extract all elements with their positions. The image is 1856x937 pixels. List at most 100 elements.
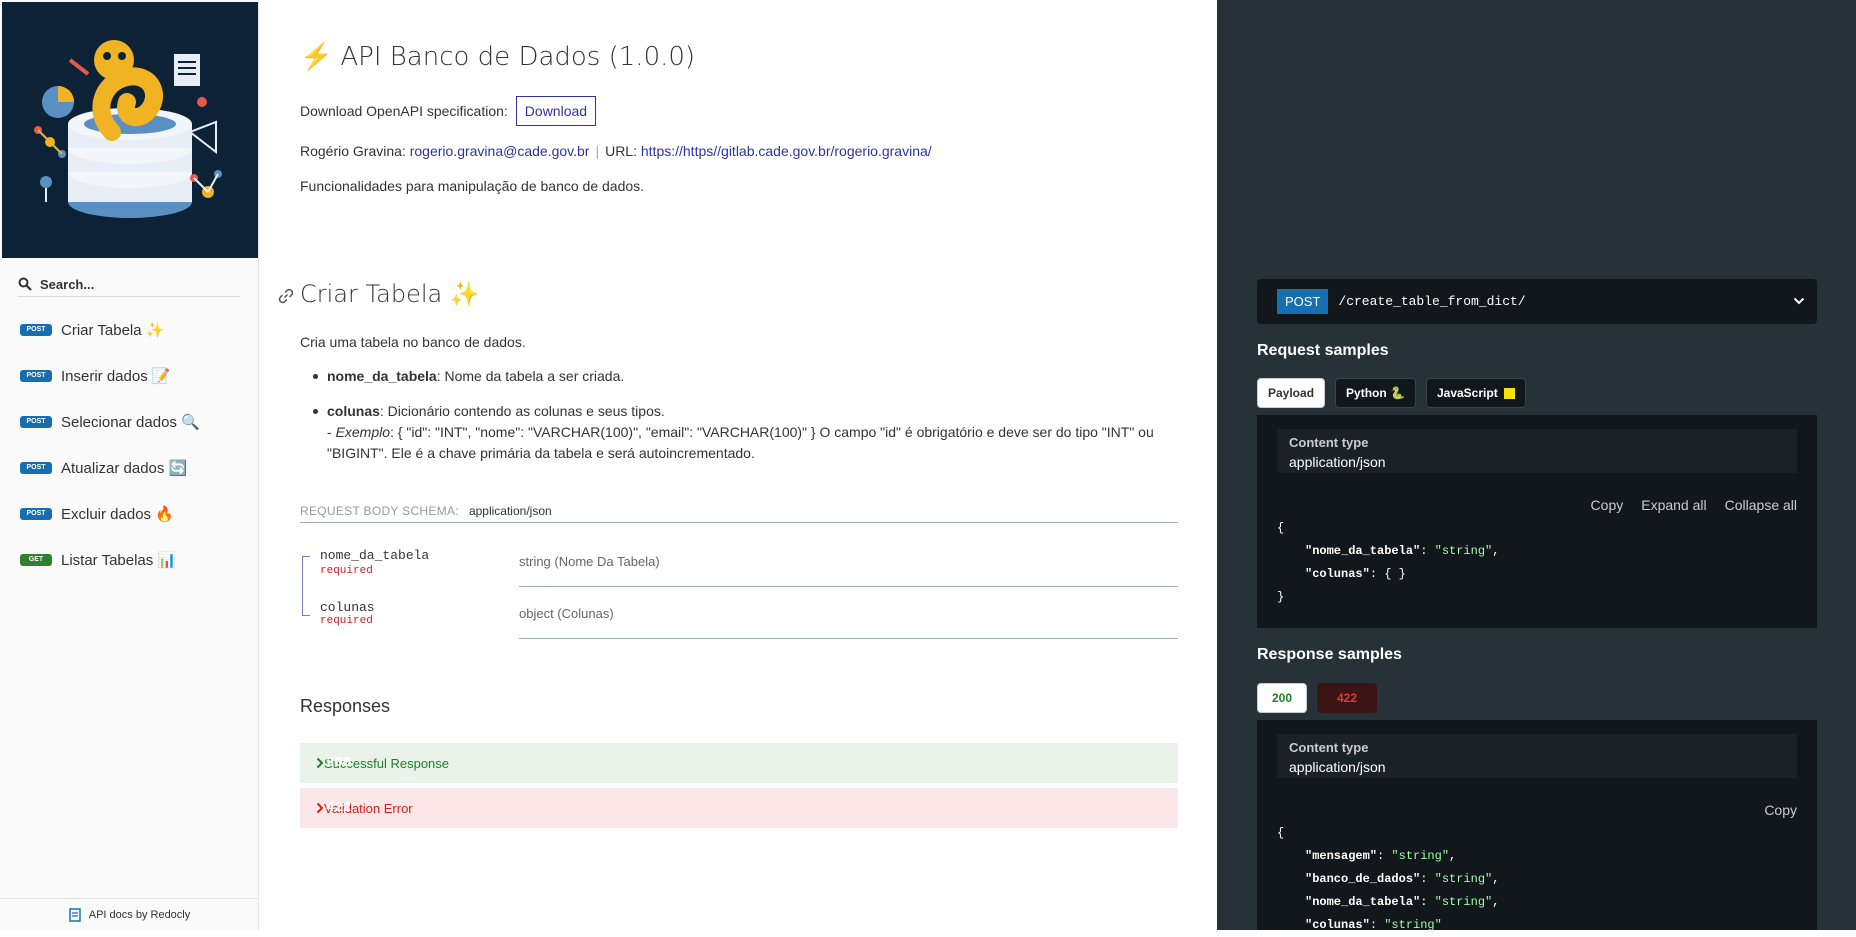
- list-item: nome_da_tabela: Nome da tabela a ser cri…: [313, 366, 1157, 387]
- copy-button[interactable]: Copy: [1591, 497, 1624, 513]
- field-name: colunas: [320, 600, 375, 615]
- json-value: "string": [1434, 895, 1493, 909]
- javascript-icon: [1503, 387, 1515, 399]
- operation-description: Cria uma tabela no banco de dados.: [300, 334, 526, 350]
- tab-422[interactable]: 422: [1317, 683, 1377, 713]
- api-logo: [2, 2, 258, 258]
- sidebar-item-label: Inserir dados 📝: [61, 368, 171, 385]
- method-badge: POST: [20, 324, 52, 336]
- expand-all-button[interactable]: Expand all: [1641, 497, 1706, 513]
- content-type-value: application/json: [1289, 454, 1386, 470]
- sidebar-item-excluir-dados[interactable]: POST Excluir dados 🔥: [0, 491, 259, 537]
- copy-button[interactable]: Copy: [1764, 802, 1797, 818]
- json-value: "string": [1434, 544, 1493, 558]
- search-box[interactable]: [18, 272, 240, 297]
- method-badge: POST: [20, 462, 52, 474]
- tab-label: JavaScript: [1436, 386, 1498, 400]
- sample-actions: Copy Expand all Collapse all: [1573, 497, 1797, 513]
- lightning-icon: ⚡: [300, 42, 333, 72]
- chevron-right-icon: [316, 802, 324, 814]
- response-200[interactable]: 200 Successful Response: [300, 743, 1178, 783]
- parameter-list: nome_da_tabela: Nome da tabela a ser cri…: [313, 366, 1157, 478]
- method-badge: GET: [20, 554, 52, 566]
- main-content: ⚡ API Banco de Dados (1.0.0) Download Op…: [260, 0, 1217, 930]
- json-key: "nome_da_tabela": [1305, 895, 1421, 909]
- sidebar-item-selecionar-dados[interactable]: POST Selecionar dados 🔍: [0, 399, 259, 445]
- json-brace: }: [1277, 590, 1285, 604]
- example-label: Exemplo: [335, 424, 391, 440]
- json-value: { }: [1384, 567, 1406, 581]
- url-link[interactable]: https://https//gitlab.cade.gov.br/rogeri…: [641, 143, 932, 159]
- response-samples-title: Response samples: [1257, 646, 1402, 663]
- redocly-footer-link[interactable]: API docs by Redocly: [0, 898, 259, 930]
- redocly-icon: [69, 907, 81, 922]
- content-type-value: application/json: [1289, 759, 1386, 775]
- method-badge: POST: [1277, 289, 1329, 314]
- endpoint-path: /create_table_from_dict/: [1338, 294, 1526, 309]
- api-title: ⚡ API Banco de Dados (1.0.0): [300, 42, 695, 72]
- response-tabs: 200 422: [1257, 683, 1387, 713]
- sidebar-item-inserir-dados[interactable]: POST Inserir dados 📝: [0, 353, 259, 399]
- search-input[interactable]: [40, 276, 220, 292]
- responses-title: Responses: [300, 696, 391, 716]
- param-desc: : Dicionário contendo as colunas e seus …: [379, 403, 665, 419]
- sidebar-item-label: Criar Tabela ✨: [61, 322, 165, 339]
- operation-title: Criar Tabela ✨: [300, 280, 480, 308]
- endpoint-toggle[interactable]: POST /create_table_from_dict/: [1257, 279, 1817, 324]
- json-line: "colunas": { }: [1305, 567, 1406, 581]
- download-button[interactable]: Download: [515, 96, 597, 126]
- field-name: nome_da_tabela: [320, 548, 430, 563]
- schema-content-type: application/json: [468, 504, 552, 518]
- author-name: Rogério Gravina:: [300, 143, 406, 159]
- response-json: { "mensagem": "string", "banco_de_dados"…: [1277, 822, 1499, 937]
- sidebar-item-listar-tabelas[interactable]: GET Listar Tabelas 📊: [0, 537, 259, 583]
- json-key: "banco_de_dados": [1305, 872, 1421, 886]
- request-body-schema-header: REQUEST BODY SCHEMA: application/json: [300, 504, 1178, 523]
- url-label: URL:: [605, 143, 637, 159]
- chevron-right-icon: [316, 757, 324, 769]
- tab-200[interactable]: 200: [1257, 683, 1307, 713]
- contact-info: Rogério Gravina: rogerio.gravina@cade.go…: [300, 143, 932, 159]
- response-code: 200: [326, 754, 352, 771]
- email-link[interactable]: rogerio.gravina@cade.gov.br: [410, 143, 590, 159]
- collapse-all-button[interactable]: Collapse all: [1725, 497, 1797, 513]
- field-type: string (Nome Da Tabela): [519, 554, 660, 569]
- field-required: required: [320, 615, 373, 627]
- json-key: "mensagem": [1305, 849, 1378, 863]
- tab-payload[interactable]: Payload: [1257, 378, 1326, 408]
- sidebar-item-atualizar-dados[interactable]: POST Atualizar dados 🔄: [0, 445, 259, 491]
- tab-javascript[interactable]: JavaScript: [1425, 378, 1526, 408]
- param-name: nome_da_tabela: [327, 368, 437, 384]
- request-sample: Content type application/json Copy Expan…: [1257, 415, 1817, 628]
- param-name: colunas: [327, 403, 380, 419]
- json-line: "colunas": "string": [1305, 918, 1442, 932]
- tree-connector: [302, 615, 310, 616]
- content-type-box: Content type application/json: [1277, 734, 1797, 778]
- search-icon: [18, 277, 32, 291]
- download-label: Download OpenAPI specification:: [300, 103, 508, 119]
- method-badge: POST: [20, 508, 52, 520]
- tab-python[interactable]: Python 🐍: [1335, 378, 1416, 408]
- sidebar: POST Criar Tabela ✨ POST Inserir dados 📝…: [0, 0, 259, 930]
- request-json: { "nome_da_tabela": "string", "colunas":…: [1277, 517, 1499, 609]
- chevron-down-icon: [1793, 297, 1805, 305]
- json-line: "nome_da_tabela": "string",: [1305, 544, 1500, 558]
- method-badge: POST: [20, 370, 52, 382]
- list-item: colunas: Dicionário contendo as colunas …: [313, 401, 1157, 464]
- schema-label: REQUEST BODY SCHEMA:: [300, 504, 459, 518]
- separator: |: [595, 143, 600, 159]
- response-422[interactable]: 422 Validation Error: [300, 788, 1178, 828]
- divider: [519, 638, 1178, 639]
- response-code: 422: [326, 799, 352, 816]
- api-description: Funcionalidades para manipulação de banc…: [300, 178, 645, 194]
- footer-text: API docs by Redocly: [88, 908, 191, 921]
- field-required: required: [320, 565, 373, 577]
- example-prefix: -: [327, 424, 336, 440]
- sidebar-item-label: Listar Tabelas 📊: [61, 552, 177, 569]
- sidebar-item-criar-tabela[interactable]: POST Criar Tabela ✨: [0, 307, 259, 353]
- divider: [519, 586, 1178, 587]
- request-tabs: Payload Python 🐍 JavaScript: [1257, 378, 1536, 408]
- python-database-logo-icon: [2, 2, 258, 258]
- json-line: "mensagem": "string",: [1305, 849, 1457, 863]
- link-icon[interactable]: [278, 288, 294, 304]
